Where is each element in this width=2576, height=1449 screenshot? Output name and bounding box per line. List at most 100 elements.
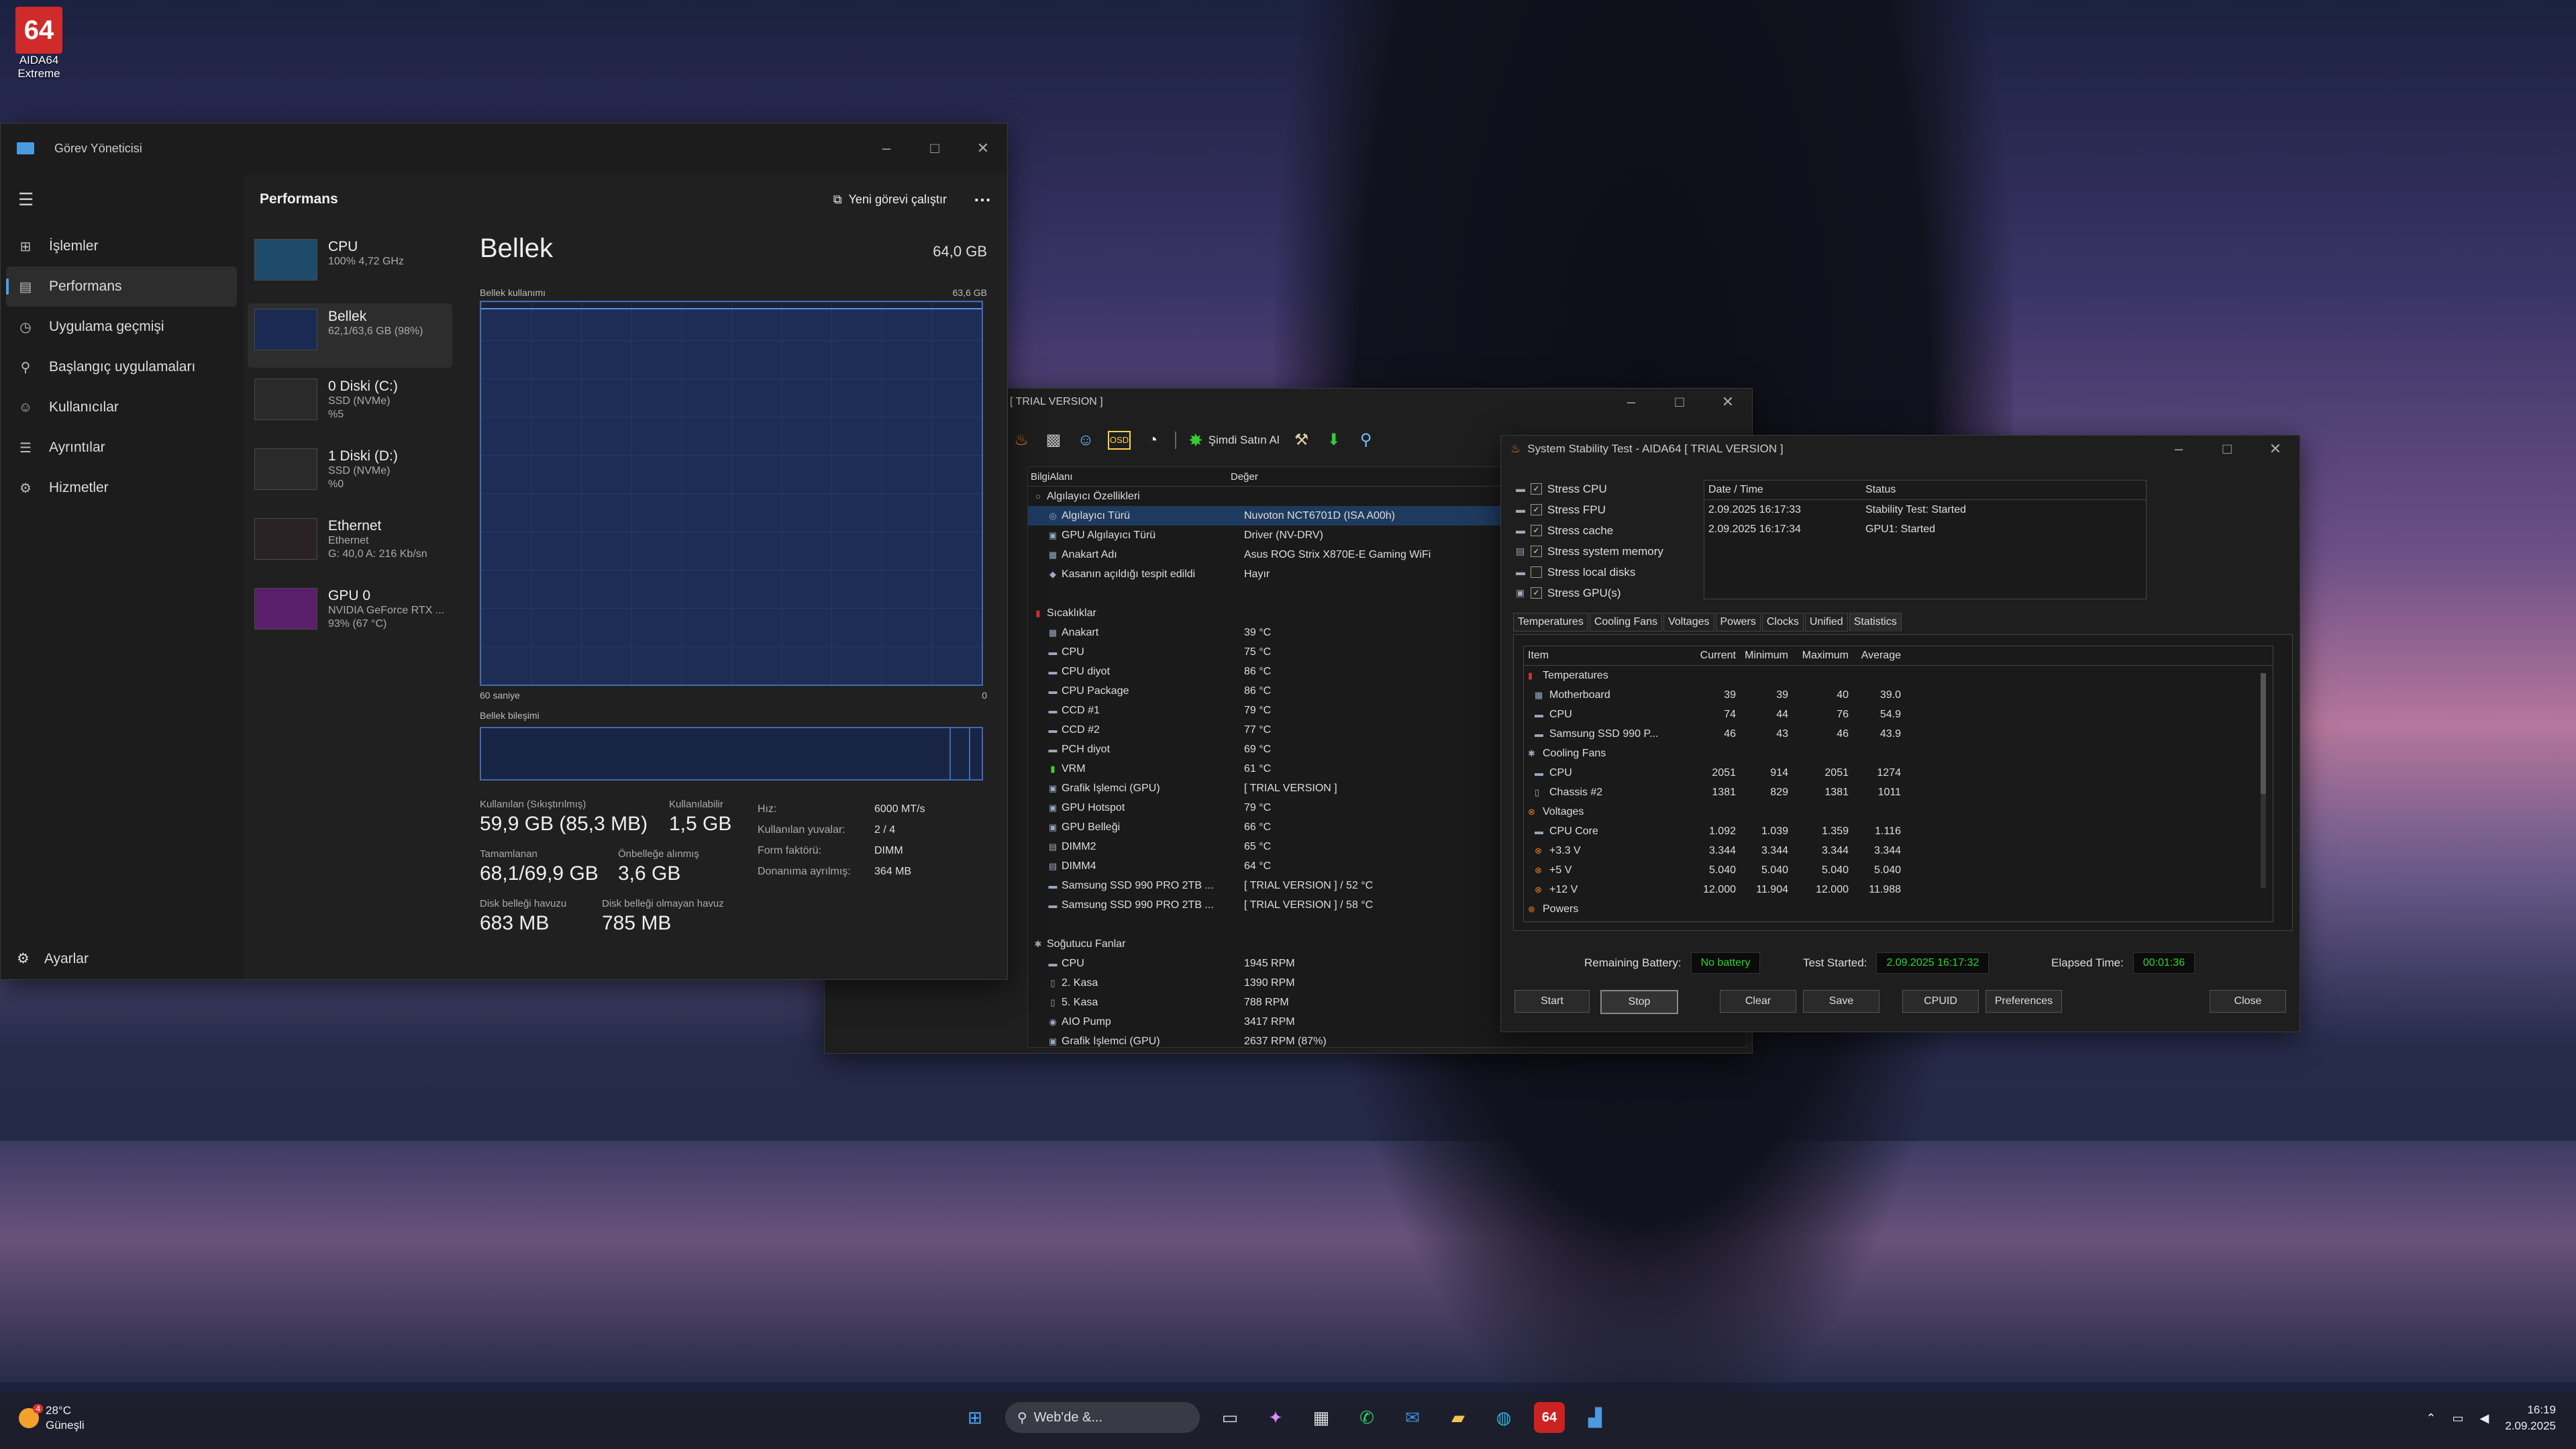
stress-option[interactable]: ▬ ✓ Stress FPU [1516, 499, 1663, 520]
nav-item-3[interactable]: ⚲ Başlangıç uygulamaları [1, 347, 242, 387]
stress-option[interactable]: ▬ ✓ Stress CPU [1516, 479, 1663, 499]
stat-group-row[interactable]: ⊗ Powers [1524, 899, 2273, 919]
log-row[interactable]: 2.09.2025 16:17:34 GPU1: Started [1704, 519, 2146, 539]
user-icon[interactable]: ☺ [1076, 430, 1096, 450]
close-icon[interactable]: ✕ [2251, 440, 2300, 458]
tab-powers[interactable]: Powers [1715, 613, 1761, 632]
stress-option[interactable]: ▬ Stress local disks [1516, 562, 1663, 583]
settings-nav-item[interactable]: ⚙ Ayarlar [17, 950, 89, 967]
stat-col-minimum[interactable]: Minimum [1740, 650, 1792, 662]
maximize-icon[interactable]: □ [2203, 440, 2251, 458]
stress-option[interactable]: ▣ ✓ Stress GPU(s) [1516, 583, 1663, 603]
stat-row[interactable]: ▬ CPU 2051 914 2051 1274 [1524, 763, 2273, 783]
start-button[interactable]: Start [1514, 990, 1590, 1013]
nav-item-5[interactable]: ☰ Ayrıntılar [1, 428, 242, 468]
stat-group-row[interactable]: ▮ Temperatures [1524, 666, 2273, 685]
whatsapp-icon[interactable]: ✆ [1351, 1402, 1382, 1433]
osd-icon[interactable]: OSD [1108, 431, 1131, 450]
download-icon[interactable]: ⬇ [1324, 430, 1344, 450]
minimize-icon[interactable]: – [862, 140, 911, 157]
hardware-icon[interactable]: ▩ [1043, 430, 1064, 450]
stat-col-current[interactable]: Current [1688, 650, 1740, 662]
start-windows-icon[interactable]: ⊞ [960, 1402, 990, 1433]
store-icon[interactable]: ▦ [1306, 1402, 1337, 1433]
stat-group-row[interactable]: ⊗ Voltages [1524, 802, 2273, 821]
gauge-icon[interactable]: ◔ [1143, 430, 1163, 450]
stat-col-maximum[interactable]: Maximum [1792, 650, 1853, 662]
aida64-taskbar-icon[interactable]: 64 [1534, 1402, 1565, 1433]
stat-col-item[interactable]: Item [1524, 650, 1688, 662]
stress-checkbox[interactable]: ✓ [1531, 546, 1542, 557]
cpuid-button[interactable]: CPUID [1902, 990, 1979, 1013]
stress-option[interactable]: ▬ ✓ Stress cache [1516, 520, 1663, 541]
device-item[interactable]: GPU 0 NVIDIA GeForce RTX ... 93% (67 °C) [248, 583, 452, 647]
tab-voltages[interactable]: Voltages [1663, 613, 1714, 632]
nav-item-4[interactable]: ☺ Kullanıcılar [1, 387, 242, 428]
stat-row[interactable]: ▬ Samsung SSD 990 P... 46 43 46 43.9 [1524, 724, 2273, 744]
copilot-icon[interactable]: ✦ [1260, 1402, 1291, 1433]
maximize-icon[interactable]: □ [911, 140, 959, 157]
desktop-icon-aida64[interactable]: 64 AIDA64 Extreme [12, 7, 66, 81]
stress-checkbox[interactable]: ✓ [1531, 525, 1542, 536]
device-item[interactable]: 1 Diski (D:) SSD (NVMe) %0 [248, 443, 452, 507]
stress-checkbox[interactable]: ✓ [1531, 483, 1542, 495]
device-item[interactable]: CPU 100% 4,72 GHz [248, 234, 452, 298]
minimize-icon[interactable]: – [2155, 440, 2203, 458]
nav-item-0[interactable]: ⊞ İşlemler [1, 226, 242, 266]
more-options-icon[interactable]: ⋯ [974, 189, 991, 210]
buy-now-button[interactable]: ✸ Şimdi Satın Al [1188, 430, 1280, 451]
tab-clocks[interactable]: Clocks [1761, 613, 1804, 632]
network-icon[interactable]: ▭ [2453, 1411, 2464, 1426]
scrollbar-thumb[interactable] [2261, 673, 2266, 794]
minimize-icon[interactable]: – [1607, 393, 1655, 411]
flame-icon[interactable]: ♨ [1011, 430, 1031, 450]
stress-checkbox[interactable]: ✓ [1531, 504, 1542, 515]
nav-item-6[interactable]: ⚙ Hizmetler [1, 468, 242, 508]
search-icon[interactable]: ⚲ [1356, 430, 1376, 450]
device-item[interactable]: Bellek 62,1/63,6 GB (98%) [248, 303, 452, 368]
hamburger-menu-icon[interactable]: ☰ [18, 189, 242, 210]
column-header-field[interactable]: BilgiAlanı [1028, 471, 1228, 483]
close-icon[interactable]: ✕ [959, 140, 1007, 157]
close-button[interactable]: Close [2210, 990, 2286, 1013]
tools-icon[interactable]: ⚒ [1292, 430, 1312, 450]
stat-row[interactable]: ⊗ +5 V 5.040 5.040 5.040 5.040 [1524, 860, 2273, 880]
tab-cooling-fans[interactable]: Cooling Fans [1589, 613, 1663, 632]
chevron-up-icon[interactable]: ⌃ [2426, 1411, 2436, 1426]
volume-icon[interactable]: ◀ [2480, 1411, 2489, 1426]
stat-row[interactable]: ⊗ +3.3 V 3.344 3.344 3.344 3.344 [1524, 841, 2273, 860]
stat-row[interactable]: ▯ Chassis #2 1381 829 1381 1011 [1524, 783, 2273, 802]
search-box[interactable]: ⚲ Web'de &... [1005, 1402, 1200, 1433]
tab-unified[interactable]: Unified [1804, 613, 1848, 632]
weather-widget[interactable]: 4 28°C Güneşli [19, 1403, 85, 1433]
nav-item-1[interactable]: ▤ Performans [6, 266, 237, 307]
stat-group-row[interactable]: ✱ Cooling Fans [1524, 744, 2273, 763]
tab-temperatures[interactable]: Temperatures [1513, 613, 1588, 632]
stop-button[interactable]: Stop [1600, 990, 1678, 1014]
sensor-row[interactable]: ▣ Grafik İşlemci (GPU) 2637 RPM (87%) [1028, 1032, 1746, 1047]
run-new-task-button[interactable]: ⧉ Yeni görevi çalıştır [833, 193, 947, 207]
clear-button[interactable]: Clear [1720, 990, 1796, 1013]
stress-checkbox[interactable]: ✓ [1531, 587, 1542, 599]
device-item[interactable]: Ethernet Ethernet G: 40,0 A: 216 Kb/sn [248, 513, 452, 577]
preferences-button[interactable]: Preferences [1986, 990, 2062, 1013]
clock[interactable]: 16:19 2.09.2025 [2505, 1402, 2556, 1434]
outlook-icon[interactable]: ✉ [1397, 1402, 1428, 1433]
stat-row[interactable]: ▬ CPU 74 44 76 54.9 [1524, 705, 2273, 724]
device-item[interactable]: 0 Diski (C:) SSD (NVMe) %5 [248, 373, 452, 438]
stat-row[interactable]: ▦ Motherboard 39 39 40 39.0 [1524, 685, 2273, 705]
edge-icon[interactable]: ◍ [1488, 1402, 1519, 1433]
maximize-icon[interactable]: □ [1655, 393, 1704, 411]
stress-checkbox[interactable] [1531, 566, 1542, 578]
log-row[interactable]: 2.09.2025 16:17:33 Stability Test: Starte… [1704, 500, 2146, 519]
close-icon[interactable]: ✕ [1704, 393, 1752, 411]
task-view-icon[interactable]: ▭ [1215, 1402, 1245, 1433]
stat-row[interactable]: ⊗ +12 V 12.000 11.904 12.000 11.988 [1524, 880, 2273, 899]
stress-option[interactable]: ▤ ✓ Stress system memory [1516, 541, 1663, 562]
file-explorer-icon[interactable]: ▰ [1443, 1402, 1474, 1433]
tab-statistics[interactable]: Statistics [1849, 613, 1902, 632]
stat-row[interactable]: ▬ CPU Core 1.092 1.039 1.359 1.116 [1524, 821, 2273, 841]
column-header-value[interactable]: Değer [1228, 471, 1258, 483]
save-button[interactable]: Save [1803, 990, 1879, 1013]
stat-col-average[interactable]: Average [1853, 650, 1905, 662]
